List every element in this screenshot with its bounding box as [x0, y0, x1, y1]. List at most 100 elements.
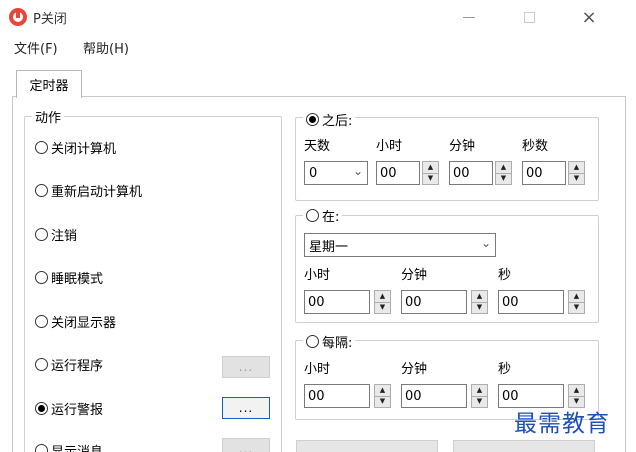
radio-shutdown[interactable]: 关闭计算机 [35, 138, 116, 157]
maximize-icon [523, 11, 535, 23]
spin-up-icon[interactable]: ▲ [471, 384, 488, 396]
menu-bar: 文件(F) 帮助(H) [0, 34, 636, 58]
close-icon: × [581, 6, 597, 28]
start-button[interactable] [296, 440, 438, 452]
spin-down-icon[interactable]: ▼ [568, 172, 585, 185]
spin-down-icon[interactable]: ▼ [374, 395, 391, 408]
after-minutes-label: 分钟 [449, 139, 476, 154]
after-hours-stepper[interactable]: ▲ ▼ [422, 161, 439, 185]
spin-up-icon[interactable]: ▲ [422, 161, 439, 173]
radio-label: 关闭计算机 [51, 142, 117, 157]
radio-label: 关闭显示器 [51, 316, 117, 331]
stop-button[interactable] [453, 440, 595, 452]
radio-run-program[interactable]: 运行程序 [35, 355, 103, 374]
spin-down-icon[interactable]: ▼ [568, 301, 585, 314]
radio-circle [35, 402, 48, 415]
close-button[interactable]: × [566, 0, 612, 34]
after-minutes-stepper[interactable]: ▲ ▼ [495, 161, 512, 185]
at-seconds-label: 秒 [498, 268, 512, 283]
menu-help[interactable]: 帮助(H) [83, 38, 129, 57]
radio-logoff[interactable]: 注销 [35, 225, 77, 244]
at-minutes-input[interactable]: 00 [401, 290, 467, 314]
spin-up-icon[interactable]: ▲ [374, 290, 391, 302]
browse-program-button[interactable]: ... [222, 356, 270, 378]
radio-run-alarm[interactable]: 运行警报 [35, 399, 103, 418]
every-minutes-label: 分钟 [401, 362, 428, 377]
radio-label: 运行程序 [51, 359, 104, 374]
radio-circle [35, 184, 48, 197]
radio-after[interactable]: 之后: [303, 110, 356, 129]
radio-label: 运行警报 [51, 403, 104, 418]
at-seconds-stepper[interactable]: ▲ ▼ [568, 290, 585, 314]
spin-down-icon[interactable]: ▼ [495, 172, 512, 185]
radio-every[interactable]: 每隔: [303, 332, 356, 351]
spin-down-icon[interactable]: ▼ [471, 395, 488, 408]
every-minutes-stepper[interactable]: ▲ ▼ [471, 384, 488, 408]
at-hours-input[interactable]: 00 [304, 290, 370, 314]
radio-circle [35, 315, 48, 328]
every-seconds-label: 秒 [498, 362, 512, 377]
watermark-text: 最需教育 [514, 411, 610, 437]
radio-circle [35, 141, 48, 154]
radio-sleep[interactable]: 睡眠模式 [35, 268, 103, 287]
after-seconds-label: 秒数 [522, 139, 549, 154]
chevron-down-icon: ⌄ [352, 164, 363, 178]
every-hours-label: 小时 [304, 362, 331, 377]
radio-label: 注销 [51, 229, 78, 244]
radio-restart[interactable]: 重新启动计算机 [35, 181, 142, 200]
radio-circle [306, 335, 319, 348]
tab-timer[interactable]: 定时器 [16, 70, 82, 98]
every-hours-stepper[interactable]: ▲ ▼ [374, 384, 391, 408]
radio-circle [35, 444, 48, 452]
radio-at[interactable]: 在: [303, 206, 343, 225]
at-hours-label: 小时 [304, 268, 331, 283]
after-group [295, 117, 599, 201]
spin-up-icon[interactable]: ▲ [495, 161, 512, 173]
after-days-label: 天数 [304, 139, 331, 154]
spin-up-icon[interactable]: ▲ [568, 161, 585, 173]
radio-circle [35, 271, 48, 284]
spin-down-icon[interactable]: ▼ [374, 301, 391, 314]
radio-label: 在: [322, 210, 340, 225]
spin-up-icon[interactable]: ▲ [374, 384, 391, 396]
radio-monitor-off[interactable]: 关闭显示器 [35, 312, 116, 331]
spin-up-icon[interactable]: ▲ [568, 384, 585, 396]
tab-timer-label: 定时器 [29, 79, 69, 94]
radio-circle [306, 113, 319, 126]
radio-label: 重新启动计算机 [51, 185, 143, 200]
title-bar: P关闭 × [0, 0, 636, 34]
window-title: P关闭 [33, 12, 67, 27]
after-hours-input[interactable]: 00 [376, 161, 420, 185]
menu-file[interactable]: 文件(F) [14, 38, 58, 57]
at-day-select[interactable]: 星期一 ⌄ [304, 233, 496, 257]
every-minutes-input[interactable]: 00 [401, 384, 467, 408]
at-day-value: 星期一 [309, 239, 349, 255]
at-minutes-stepper[interactable]: ▲ ▼ [471, 290, 488, 314]
action-group-caption: 动作 [32, 107, 65, 126]
at-hours-stepper[interactable]: ▲ ▼ [374, 290, 391, 314]
after-days-select[interactable]: 0 ⌄ [304, 161, 368, 185]
minimize-button[interactable] [446, 0, 492, 34]
after-minutes-input[interactable]: 00 [449, 161, 493, 185]
radio-label: 之后: [322, 114, 353, 129]
power-icon [9, 8, 27, 26]
spin-down-icon[interactable]: ▼ [422, 172, 439, 185]
maximize-button[interactable] [506, 0, 552, 34]
after-seconds-input[interactable]: 00 [522, 161, 566, 185]
radio-label: 每隔: [322, 336, 353, 351]
every-hours-input[interactable]: 00 [304, 384, 370, 408]
radio-label: 睡眠模式 [51, 272, 104, 287]
minimize-icon [463, 16, 475, 18]
browse-alarm-button[interactable]: ... [222, 397, 270, 419]
spin-down-icon[interactable]: ▼ [471, 301, 488, 314]
at-minutes-label: 分钟 [401, 268, 428, 283]
after-days-value: 0 [309, 165, 318, 181]
spin-up-icon[interactable]: ▲ [568, 290, 585, 302]
radio-show-message[interactable]: 显示消息 [35, 441, 103, 452]
radio-circle [35, 228, 48, 241]
at-seconds-input[interactable]: 00 [498, 290, 564, 314]
after-hours-label: 小时 [376, 139, 403, 154]
browse-message-button[interactable]: ... [222, 438, 270, 452]
spin-up-icon[interactable]: ▲ [471, 290, 488, 302]
after-seconds-stepper[interactable]: ▲ ▼ [568, 161, 585, 185]
